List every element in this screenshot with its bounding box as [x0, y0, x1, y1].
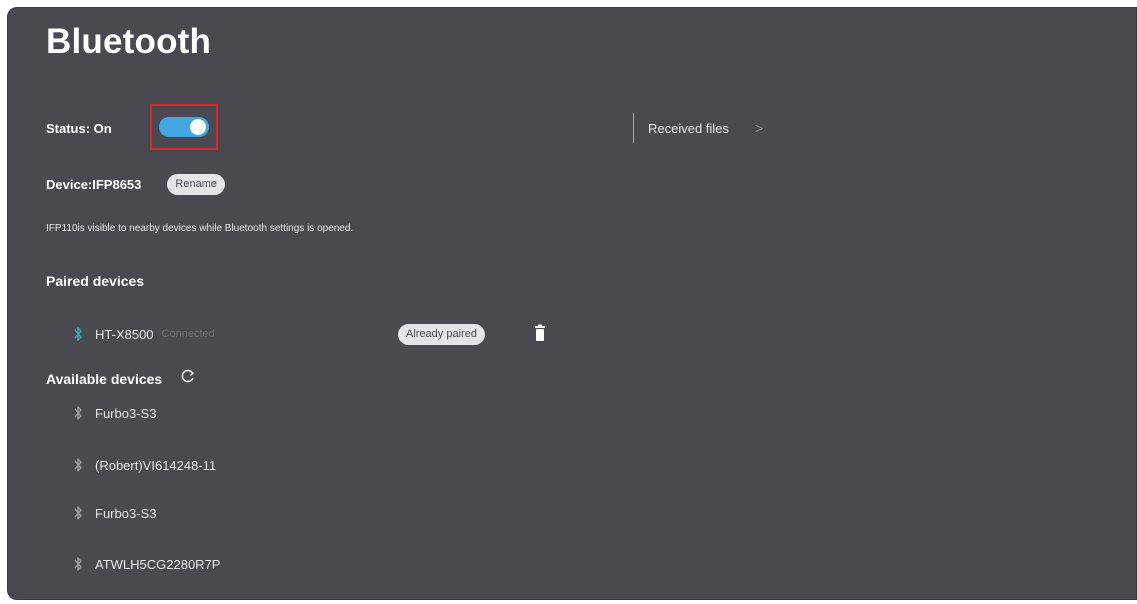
- connection-status: Connected: [161, 328, 215, 340]
- paired-device-name: HT-X8500: [95, 326, 154, 342]
- vertical-divider: [633, 113, 634, 143]
- available-device-name: Furbo3-S3: [95, 505, 157, 521]
- paired-devices-heading: Paired devices: [46, 273, 145, 289]
- device-row: Device:IFP8653 Rename: [46, 174, 225, 195]
- available-device-name: Furbo3-S3: [95, 405, 157, 421]
- toggle-knob: [190, 119, 206, 135]
- available-device-item[interactable]: ATWLH5CG2280R7P: [73, 556, 220, 572]
- page-title: Bluetooth: [46, 22, 212, 61]
- available-device-name: (Robert)VI614248-11: [95, 457, 217, 473]
- bluetooth-settings-panel: Bluetooth Status: On Received files > De…: [7, 7, 1137, 600]
- bluetooth-icon: [73, 556, 83, 572]
- bluetooth-icon: [73, 405, 83, 421]
- status-label: Status: On: [46, 120, 112, 136]
- bluetooth-icon: [73, 457, 83, 473]
- bluetooth-toggle[interactable]: [159, 117, 209, 137]
- available-device-name: ATWLH5CG2280R7P: [95, 556, 221, 572]
- received-files-label: Received files: [648, 120, 729, 136]
- available-devices-label: Available devices: [46, 370, 163, 387]
- device-name-label: Device:IFP8653: [46, 177, 142, 192]
- rename-button[interactable]: Rename: [167, 174, 225, 195]
- refresh-icon[interactable]: [180, 368, 196, 389]
- toggle-highlight-box: [150, 104, 218, 150]
- available-devices-heading: Available devices: [46, 368, 196, 389]
- received-files-link[interactable]: Received files >: [648, 120, 763, 136]
- bluetooth-icon: [73, 326, 83, 342]
- available-device-item[interactable]: Furbo3-S3: [73, 405, 156, 421]
- status-row: Status: On: [46, 111, 112, 145]
- chevron-right-icon: >: [754, 120, 764, 136]
- available-device-item[interactable]: Furbo3-S3: [73, 505, 156, 521]
- available-device-item[interactable]: (Robert)VI614248-11: [73, 457, 216, 473]
- bluetooth-icon: [73, 505, 83, 521]
- trash-icon[interactable]: [534, 324, 546, 342]
- visibility-note: IFP110is visible to nearby devices while…: [46, 223, 354, 234]
- paired-device-item[interactable]: HT-X8500 Connected: [73, 326, 215, 342]
- already-paired-button[interactable]: Already paired: [398, 324, 485, 345]
